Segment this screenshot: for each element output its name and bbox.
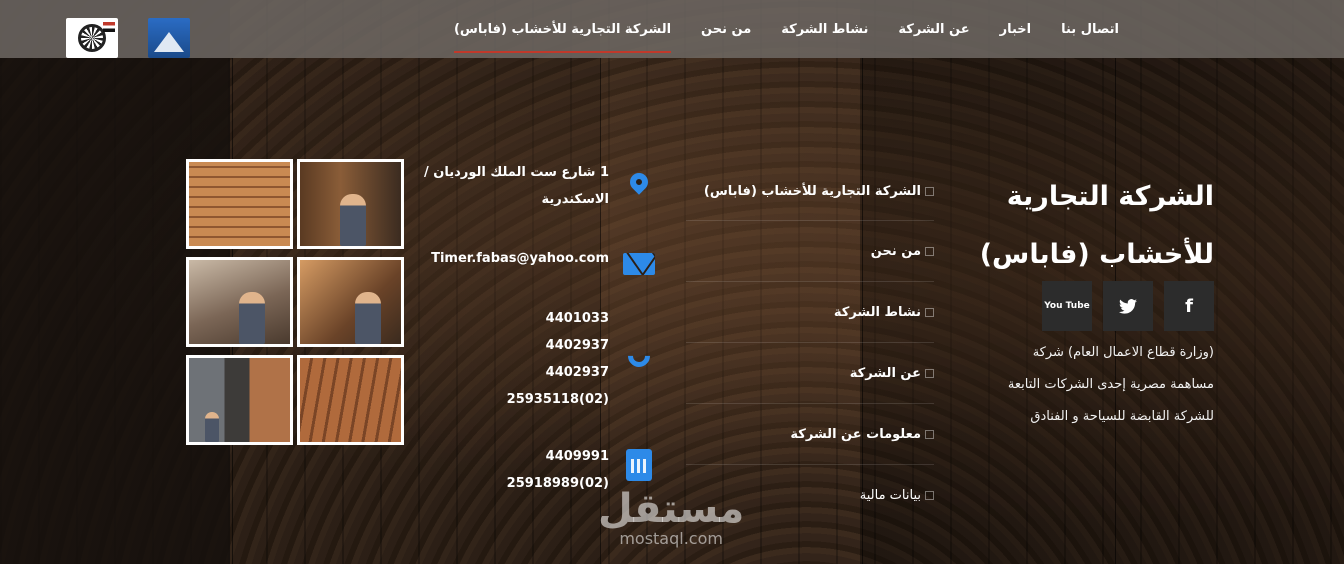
link-home[interactable]: الشركة التجارية للأخشاب (فاباس) bbox=[686, 163, 934, 221]
contact-phones: 4401033 4402937 4402937 25935118(02) bbox=[507, 305, 655, 413]
phone-number: 4401033 bbox=[545, 311, 609, 326]
watermark-logo: مستقل bbox=[598, 486, 745, 532]
bullet-square-icon bbox=[925, 246, 934, 256]
gallery-photo[interactable] bbox=[186, 355, 293, 445]
about-section: الشركة التجارية للأخشاب (فاباس) f You Tu… bbox=[974, 168, 1214, 433]
link-activity[interactable]: نشاط الشركة bbox=[686, 282, 934, 343]
mountain-logo-icon[interactable] bbox=[148, 18, 190, 58]
title-line: الشركة التجارية bbox=[1006, 181, 1214, 212]
nav-item-company[interactable]: عن الشركة bbox=[898, 4, 969, 55]
company-title: الشركة التجارية للأخشاب (فاباس) bbox=[974, 168, 1214, 284]
bullet-square-icon bbox=[925, 307, 934, 317]
link-label: عن الشركة bbox=[849, 365, 921, 381]
gallery-photo[interactable] bbox=[186, 159, 293, 249]
contact-email: Timer.fabas@yahoo.com bbox=[431, 245, 655, 275]
seal-icon bbox=[78, 24, 106, 52]
nav-item-activity[interactable]: نشاط الشركة bbox=[781, 4, 868, 55]
nav-item-contact[interactable]: اتصال بنا bbox=[1061, 4, 1119, 55]
bullet-square-icon bbox=[925, 491, 934, 500]
phone-number: 25935118(02) bbox=[506, 392, 609, 407]
phone-number: 4402937 bbox=[545, 338, 609, 353]
twitter-icon[interactable] bbox=[1103, 281, 1153, 331]
link-company-info[interactable]: معلومات عن الشركة bbox=[686, 404, 934, 465]
fax-icon bbox=[626, 449, 652, 481]
bullet-square-icon bbox=[925, 368, 934, 378]
link-label: من نحن bbox=[870, 243, 921, 259]
main-nav: الشركة التجارية للأخشاب (فاباس) من نحن ن… bbox=[453, 0, 1119, 58]
gallery-photo[interactable] bbox=[297, 257, 404, 347]
egypt-seal-icon[interactable] bbox=[66, 18, 118, 58]
link-label: الشركة التجارية للأخشاب (فاباس) bbox=[703, 184, 921, 199]
header-logos bbox=[66, 18, 190, 58]
description-line: مساهمة مصرية إحدى الشركات التابعة bbox=[1007, 377, 1214, 392]
email-link[interactable]: Timer.fabas@yahoo.com bbox=[431, 245, 609, 272]
link-label: معلومات عن الشركة bbox=[790, 426, 921, 442]
phone-number: 4402937 bbox=[545, 365, 609, 380]
nav-item-about[interactable]: من نحن bbox=[701, 4, 751, 55]
youtube-icon[interactable]: You Tube bbox=[1042, 281, 1092, 331]
link-label: نشاط الشركة bbox=[833, 304, 921, 320]
fax-number: 25918989(02) bbox=[506, 476, 609, 491]
twitter-bird-icon bbox=[1119, 298, 1137, 314]
gallery-photo[interactable] bbox=[186, 257, 293, 347]
site-header: الشركة التجارية للأخشاب (فاباس) من نحن ن… bbox=[0, 0, 1344, 58]
fax-number: 4409991 bbox=[545, 449, 609, 464]
company-description: (وزارة قطاع الاعمال العام) شركة مساهمة م… bbox=[974, 337, 1214, 433]
address-line: 1 شارع ست الملك الورديان / bbox=[424, 165, 609, 180]
gallery-photo[interactable] bbox=[297, 355, 404, 445]
link-label: بيانات مالية bbox=[859, 488, 921, 503]
nav-item-news[interactable]: اخبار bbox=[1000, 4, 1032, 55]
address-line: الاسكندرية bbox=[541, 192, 609, 207]
phone-icon bbox=[623, 340, 655, 372]
photo-gallery bbox=[186, 159, 404, 445]
mostaql-watermark: مستقل mostaql.com bbox=[598, 488, 744, 548]
location-pin-icon bbox=[626, 169, 652, 195]
bullet-square-icon bbox=[925, 187, 934, 196]
gallery-photo[interactable] bbox=[297, 159, 404, 249]
envelope-icon bbox=[623, 253, 655, 275]
title-line: للأخشاب (فاباس) bbox=[979, 239, 1214, 270]
description-line: (وزارة قطاع الاعمال العام) شركة bbox=[1032, 345, 1214, 360]
description-line: للشركة القابضة للسياحة و الفنادق bbox=[1030, 409, 1214, 424]
contact-address: 1 شارع ست الملك الورديان / الاسكندرية bbox=[424, 159, 655, 213]
link-company[interactable]: عن الشركة bbox=[686, 343, 934, 404]
link-about[interactable]: من نحن bbox=[686, 221, 934, 282]
watermark-url: mostaql.com bbox=[619, 529, 723, 548]
social-links: f You Tube bbox=[974, 281, 1214, 331]
nav-item-home[interactable]: الشركة التجارية للأخشاب (فاباس) bbox=[453, 4, 672, 55]
facebook-icon[interactable]: f bbox=[1164, 281, 1214, 331]
egypt-flag-icon bbox=[103, 22, 115, 32]
footer-links: الشركة التجارية للأخشاب (فاباس) من نحن ن… bbox=[686, 163, 934, 526]
bullet-square-icon bbox=[925, 429, 934, 439]
